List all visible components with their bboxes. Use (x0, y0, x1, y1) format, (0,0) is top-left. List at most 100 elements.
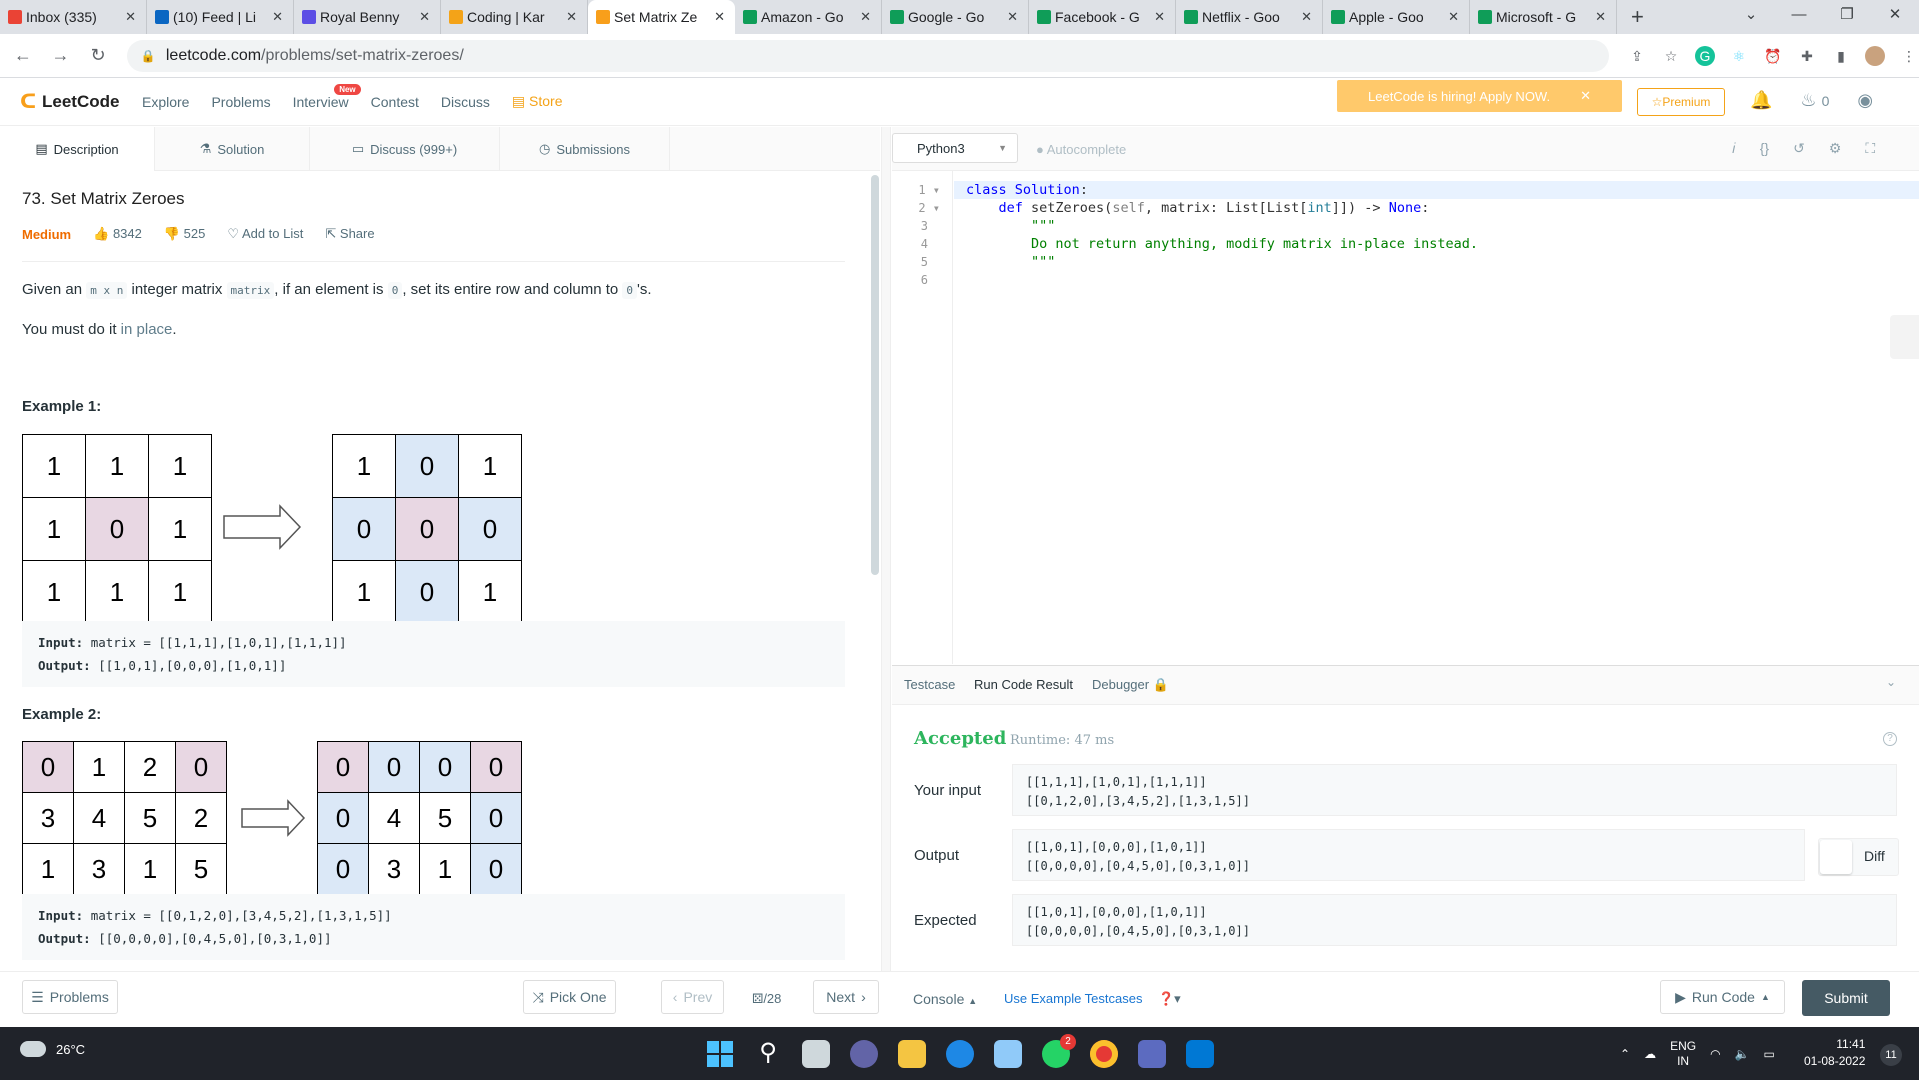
restore-button[interactable]: ❐ (1823, 0, 1871, 34)
browser-tab[interactable]: Royal Benny ✕ (294, 0, 441, 34)
tab-testcase[interactable]: Testcase (904, 677, 955, 692)
whatsapp-icon[interactable]: 2 (1042, 1034, 1076, 1068)
chrome-icon[interactable] (1090, 1040, 1118, 1068)
premium-button[interactable]: ☆ Premium (1637, 88, 1725, 116)
nav-interview[interactable]: Interview New (293, 83, 361, 110)
nav-store[interactable]: ▤ Store (512, 93, 563, 110)
use-example-testcases-link[interactable]: Use Example Testcases (1004, 991, 1143, 1006)
close-banner-icon[interactable]: ✕ (1580, 88, 1591, 104)
windows-start-icon[interactable] (706, 1040, 734, 1068)
teams-chat-icon[interactable] (850, 1040, 878, 1068)
info-icon[interactable]: 𝑖 (1732, 140, 1736, 157)
tab-solution[interactable]: ⚗ Solution (155, 127, 310, 171)
reset-icon[interactable]: ↺ (1793, 140, 1805, 157)
battery-icon[interactable]: ▭ (1764, 1047, 1775, 1061)
browser-tab[interactable]: Set Matrix Ze ✕ (588, 0, 735, 34)
alarm-icon[interactable]: ⏰ (1763, 46, 1783, 66)
onedrive-icon[interactable]: ☁ (1644, 1047, 1656, 1061)
browser-tab[interactable]: Amazon - Go ✕ (735, 0, 882, 34)
tab-discuss[interactable]: ▭ Discuss (999+) (310, 127, 500, 171)
chevron-up-icon[interactable]: ⌃ (1620, 1047, 1630, 1061)
console-toggle[interactable]: Console ▲ (913, 991, 977, 1007)
react-devtools-icon[interactable]: ⚛ (1729, 46, 1749, 66)
fullscreen-icon[interactable]: ⛶ (1865, 140, 1875, 157)
tab-close-icon[interactable]: ✕ (419, 9, 430, 25)
nav-contest[interactable]: Contest (371, 94, 419, 110)
browser-tab[interactable]: (10) Feed | Li ✕ (147, 0, 294, 34)
task-view-icon[interactable] (802, 1040, 830, 1068)
like-button[interactable]: 👍 8342 (93, 226, 142, 242)
url-input[interactable]: 🔒 leetcode.com/problems/set-matrix-zeroe… (126, 39, 1609, 72)
teams-icon[interactable] (1138, 1040, 1166, 1068)
side-panel-icon[interactable]: ▮ (1831, 46, 1851, 66)
share-button[interactable]: ⇱ Share (325, 226, 374, 242)
new-tab-icon[interactable]: + (1631, 0, 1644, 34)
menu-kebab-icon[interactable]: ⋮ (1899, 46, 1919, 66)
page-indicator[interactable]: ⚄/28 (752, 991, 781, 1007)
share-icon[interactable]: ⇪ (1627, 46, 1647, 66)
user-avatar-icon[interactable]: ◉ (1857, 90, 1873, 111)
extensions-puzzle-icon[interactable]: ✚ (1797, 46, 1817, 66)
browser-tab[interactable]: Coding | Kar ✕ (441, 0, 588, 34)
tab-close-icon[interactable]: ✕ (1154, 9, 1165, 25)
volume-icon[interactable]: 🔈 (1735, 1047, 1750, 1061)
tab-close-icon[interactable]: ✕ (1448, 9, 1459, 25)
language-select[interactable]: Python3 ▼ (892, 133, 1018, 163)
weather-widget[interactable]: 26°C (20, 1041, 85, 1057)
tab-close-icon[interactable]: ✕ (860, 9, 871, 25)
diff-switch-knob[interactable] (1820, 840, 1852, 874)
tab-close-icon[interactable]: ✕ (566, 9, 577, 25)
nav-problems[interactable]: Problems (211, 94, 270, 110)
nav-discuss[interactable]: Discuss (441, 94, 490, 110)
pane-resize-handle[interactable] (881, 127, 891, 971)
outlook-icon[interactable] (1186, 1040, 1214, 1068)
help-icon[interactable]: ? (1883, 732, 1897, 746)
braces-icon[interactable]: {} (1760, 140, 1769, 157)
add-to-list-button[interactable]: ♡ Add to List (227, 226, 303, 242)
back-icon[interactable]: ← (8, 45, 38, 66)
run-code-button[interactable]: ▶ Run Code ▲ (1660, 980, 1785, 1014)
leetcode-logo[interactable]: ᑕ LeetCode (20, 91, 120, 113)
tab-description[interactable]: ▤ Description (0, 127, 155, 171)
clock[interactable]: 11:41 01-08-2022 (1804, 1036, 1865, 1070)
pick-one-button[interactable]: ⤨ Pick One (523, 980, 616, 1014)
notification-bell-icon[interactable]: 🔔 (1750, 90, 1772, 111)
description-scrollbar[interactable] (871, 175, 879, 575)
settings-icon[interactable]: ⚙ (1829, 140, 1842, 157)
bookmark-star-icon[interactable]: ☆ (1661, 46, 1681, 66)
autocomplete-toggle[interactable]: ● Autocomplete (1036, 142, 1126, 157)
browser-tab[interactable]: Google - Go ✕ (882, 0, 1029, 34)
tab-close-icon[interactable]: ✕ (1301, 9, 1312, 25)
collapse-chevron-icon[interactable]: ⌄ (1886, 675, 1896, 689)
dislike-button[interactable]: 👎 525 (164, 226, 206, 242)
problems-button[interactable]: ☰ Problems (22, 980, 118, 1014)
in-place-link[interactable]: in place (121, 321, 173, 338)
streak-flame[interactable]: ♨ 0 (1800, 90, 1829, 111)
reload-icon[interactable]: ↻ (83, 45, 113, 66)
tab-submissions[interactable]: ◷ Submissions (500, 127, 670, 171)
submit-button[interactable]: Submit (1802, 980, 1890, 1016)
minimize-button[interactable]: — (1775, 0, 1823, 34)
language-indicator[interactable]: ENG IN (1670, 1039, 1696, 1069)
browser-tab[interactable]: Microsoft - G ✕ (1470, 0, 1617, 34)
photos-icon[interactable] (994, 1040, 1022, 1068)
tab-search-icon[interactable]: ⌄ (1727, 0, 1775, 34)
tab-run-code-result[interactable]: Run Code Result (974, 677, 1073, 692)
tab-debugger[interactable]: Debugger 🔒 (1092, 677, 1169, 693)
edge-icon[interactable] (946, 1040, 974, 1068)
search-icon[interactable]: ⚲ (754, 1040, 782, 1068)
nav-explore[interactable]: Explore (142, 94, 189, 110)
prev-button[interactable]: ‹ Prev (661, 980, 724, 1014)
browser-tab[interactable]: Netflix - Goo ✕ (1176, 0, 1323, 34)
notification-count-badge[interactable]: 11 (1880, 1044, 1902, 1066)
browser-tab[interactable]: Apple - Goo ✕ (1323, 0, 1470, 34)
tab-close-icon[interactable]: ✕ (272, 9, 283, 25)
forward-icon[interactable]: → (46, 45, 76, 66)
tab-close-icon[interactable]: ✕ (1595, 9, 1606, 25)
hiring-banner[interactable]: LeetCode is hiring! Apply NOW. ✕ (1337, 80, 1622, 112)
grammarly-icon[interactable]: G (1695, 45, 1715, 66)
next-button[interactable]: Next › (813, 980, 879, 1014)
file-explorer-icon[interactable] (898, 1040, 926, 1068)
browser-tab[interactable]: Inbox (335) ✕ (0, 0, 147, 34)
close-window-button[interactable]: ✕ (1871, 0, 1919, 34)
